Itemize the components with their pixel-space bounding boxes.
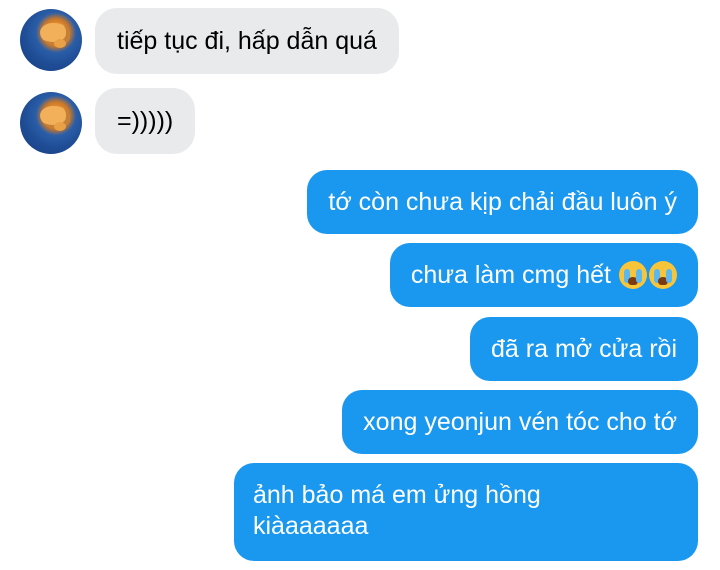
sender-avatar[interactable] <box>20 9 82 71</box>
incoming-message[interactable]: =))))) <box>95 88 196 154</box>
outgoing-message[interactable]: tớ còn chưa kịp chải đầu luôn ý <box>307 170 698 234</box>
message-text: tiếp tục đi, hấp dẫn quá <box>117 26 377 55</box>
outgoing-message[interactable]: đã ra mở cửa rồi <box>470 317 698 381</box>
message-text-line: kiàaaaaaa <box>253 512 369 540</box>
message-text-line: ảnh bảo má em ửng hồng <box>253 481 541 509</box>
outgoing-message[interactable]: ảnh bảo má em ửng hồng kiàaaaaaa <box>234 463 698 561</box>
message-text: =))))) <box>117 106 174 135</box>
outgoing-message[interactable]: xong yeonjun vén tóc cho tớ <box>342 390 698 454</box>
loudly-crying-face-icon <box>619 261 647 289</box>
avatar-image-detail <box>54 39 66 48</box>
sender-avatar[interactable] <box>20 92 82 154</box>
message-text: xong yeonjun vén tóc cho tớ <box>363 407 677 436</box>
outgoing-message[interactable]: chưa làm cmg hết <box>389 243 698 307</box>
message-text: tớ còn chưa kịp chải đầu luôn ý <box>328 187 677 216</box>
message-text: chưa làm cmg hết <box>410 260 611 289</box>
incoming-message[interactable]: tiếp tục đi, hấp dẫn quá <box>95 8 399 74</box>
loudly-crying-face-icon <box>649 261 677 289</box>
message-text: đã ra mở cửa rồi <box>491 334 677 363</box>
avatar-image-detail <box>54 122 66 131</box>
